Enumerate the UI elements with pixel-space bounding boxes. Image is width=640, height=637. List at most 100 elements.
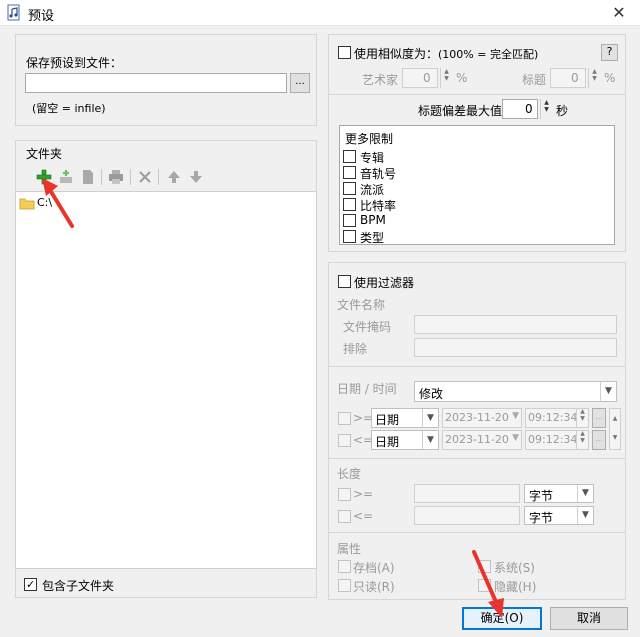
annotation-arrow-icon	[472, 550, 504, 618]
chevron-down-icon: ▼	[577, 485, 593, 502]
attr-readonly-checkbox[interactable]	[338, 579, 351, 592]
title-spinner[interactable]: ▲ ▼	[588, 68, 600, 88]
limit-bitrate-checkbox[interactable]	[343, 198, 356, 211]
divider	[328, 94, 626, 95]
date-ge-more-button[interactable]: ...	[592, 408, 606, 428]
date-le-type-value: 日期	[375, 435, 400, 449]
chevron-down-icon: ▼	[600, 382, 616, 401]
chevron-down-icon: ▼	[422, 409, 438, 427]
date-ge-checkbox[interactable]	[338, 412, 351, 425]
limit-type-checkbox[interactable]	[343, 230, 356, 243]
divider	[328, 366, 626, 367]
datetime-label: 日期 / 时间	[337, 382, 397, 396]
tolerance-label: 标题偏差最大值	[418, 104, 503, 118]
date-le-more-button[interactable]: ...	[592, 430, 606, 450]
delete-icon[interactable]	[137, 169, 153, 185]
filename-label: 文件名称	[337, 298, 386, 312]
date-le-checkbox[interactable]	[338, 434, 351, 447]
help-button[interactable]: ?	[601, 44, 618, 61]
attr-archive-label: 存档(A)	[353, 561, 395, 575]
limit-bitrate-label: 比特率	[360, 199, 397, 213]
limit-album-checkbox[interactable]	[343, 150, 356, 163]
limit-bpm-checkbox[interactable]	[343, 214, 356, 227]
title-input[interactable]: 0	[550, 68, 586, 88]
toolbar-separator	[130, 169, 131, 185]
length-ge-checkbox[interactable]	[338, 488, 351, 501]
edit-folder-icon[interactable]	[80, 169, 96, 185]
save-preset-input[interactable]	[25, 73, 287, 93]
time-le-spinner[interactable]: ▲ ▼	[576, 430, 588, 450]
folder-icon	[19, 198, 35, 210]
time-ge-value: 09:12:34	[528, 411, 578, 424]
toolbar-separator	[101, 169, 102, 185]
chevron-down-icon: ▼	[577, 507, 593, 524]
date-ge-input[interactable]: 2023-11-20 ▼	[442, 408, 522, 428]
limit-track-label: 音轨号	[360, 167, 397, 181]
divider	[328, 458, 626, 459]
time-le-value: 09:12:34	[528, 433, 578, 446]
chevron-down-icon: ▼	[512, 433, 519, 443]
date-ge-type-select[interactable]: 日期 ▼	[371, 408, 439, 428]
chevron-down-icon: ▼	[422, 431, 438, 449]
exclude-input[interactable]	[414, 338, 617, 357]
title-value: 0	[571, 71, 579, 85]
more-limits-label: 更多限制	[345, 132, 394, 146]
attributes-label: 属性	[337, 542, 362, 556]
folders-label: 文件夹	[26, 147, 63, 161]
tolerance-input[interactable]: 0	[502, 99, 538, 119]
date-le-type-select[interactable]: 日期 ▼	[371, 430, 439, 450]
attr-archive-checkbox[interactable]	[338, 560, 351, 573]
length-le-label: <=	[353, 509, 374, 523]
cancel-button[interactable]: 取消	[550, 607, 628, 630]
length-le-unit-value: 字节	[529, 511, 554, 525]
date-le-input[interactable]: 2023-11-20 ▼	[442, 430, 522, 450]
length-le-checkbox[interactable]	[338, 510, 351, 523]
length-label: 长度	[337, 467, 362, 481]
mask-input[interactable]	[414, 315, 617, 334]
tolerance-spinner[interactable]: ▲ ▼	[540, 99, 552, 119]
title-bar	[0, 0, 640, 26]
datetime-mode-select[interactable]: 修改 ▼	[414, 381, 617, 402]
limit-track-checkbox[interactable]	[343, 166, 356, 179]
time-ge-spinner[interactable]: ▲ ▼	[576, 408, 588, 428]
include-subfolders-checkbox[interactable]	[24, 578, 37, 591]
length-ge-unit-select[interactable]: 字节 ▼	[524, 484, 594, 503]
limit-genre-label: 流派	[360, 183, 385, 197]
length-le-unit-select[interactable]: 字节 ▼	[524, 506, 594, 525]
folder-tree[interactable]	[15, 191, 317, 569]
limit-type-label: 类型	[360, 231, 385, 245]
date-le-value: 2023-11-20	[445, 433, 509, 446]
length-ge-input[interactable]	[414, 484, 520, 503]
date-ge-type-value: 日期	[375, 413, 400, 427]
window-title: 预设	[28, 9, 55, 24]
use-similarity-checkbox[interactable]	[338, 46, 351, 59]
chevron-down-icon: ▼	[512, 411, 519, 421]
print-icon[interactable]	[108, 169, 124, 185]
limit-genre-checkbox[interactable]	[343, 182, 356, 195]
app-icon	[7, 4, 20, 21]
title-percent: %	[604, 71, 616, 85]
filter-label: 使用过滤器	[354, 276, 415, 290]
length-ge-label: >=	[353, 487, 374, 501]
artist-percent: %	[456, 71, 468, 85]
length-ge-unit-value: 字节	[529, 489, 554, 503]
similarity-label: 使用相似度为：	[354, 47, 439, 61]
use-filter-checkbox[interactable]	[338, 275, 351, 288]
similarity-note: (100% = 完全匹配)	[438, 48, 539, 61]
attr-readonly-label: 只读(R)	[353, 580, 395, 594]
browse-button[interactable]: ...	[290, 73, 310, 93]
move-up-icon[interactable]	[166, 169, 182, 185]
datetime-mode-value: 修改	[419, 387, 444, 401]
artist-spinner[interactable]: ▲ ▼	[440, 68, 452, 88]
save-hint: (留空 = infile)	[32, 102, 106, 115]
move-down-icon[interactable]	[188, 169, 204, 185]
toolbar-separator	[158, 169, 159, 185]
length-le-input[interactable]	[414, 506, 520, 525]
artist-input[interactable]: 0	[402, 68, 438, 88]
date-scroll-spinner[interactable]: ▲ ▼	[609, 408, 621, 450]
date-ge-value: 2023-11-20	[445, 411, 509, 424]
mask-label: 文件掩码	[343, 320, 392, 334]
save-preset-label: 保存预设到文件：	[26, 56, 123, 70]
close-icon[interactable]: ✕	[604, 2, 634, 24]
exclude-label: 排除	[343, 342, 368, 356]
